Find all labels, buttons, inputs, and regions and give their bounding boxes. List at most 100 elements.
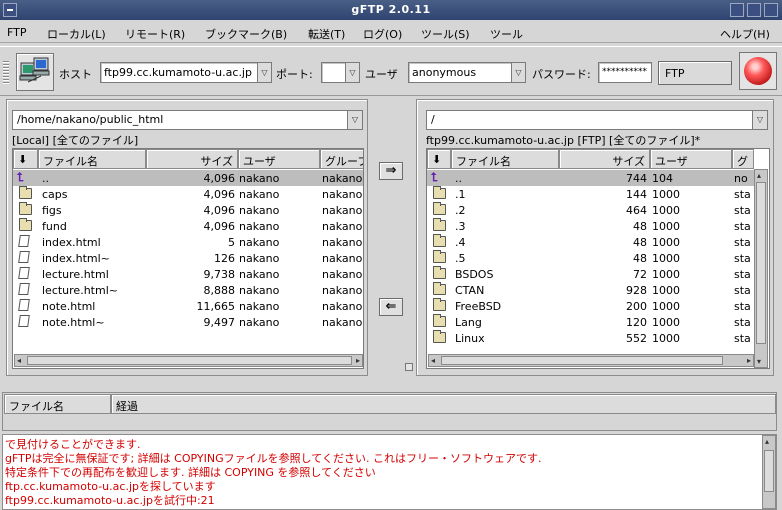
computers-icon [19,57,50,83]
menu-item-6[interactable]: ツール(S) [421,26,470,42]
scroll-down-icon[interactable]: ▾ [757,357,761,366]
remote-file-list[interactable]: ⬇ ファイル名 サイズ ユーザ グ ▴ ▾ ◂ ▸ ⮤.. 744 104 no .1 1… [426,148,770,369]
file-row[interactable]: FreeBSD 200 1000 sta [427,298,754,314]
remote-col-group[interactable]: グ [732,149,754,169]
remote-sort-icon[interactable]: ⬇ [427,149,451,169]
host-input[interactable]: ftp99.cc.kumamoto-u.ac.jp [100,62,258,83]
file-row[interactable]: caps 4,096 nakano nakano [13,186,363,202]
cell-user: nakano [239,252,280,265]
port-dropdown-icon[interactable]: ▽ [345,62,360,83]
log-line: 特定条件下での再配布を歓迎します. 詳細は COPYING を参照してください [5,466,376,479]
cell-user: 1000 [652,332,680,345]
remote-col-size[interactable]: サイズ [559,149,650,169]
local-path-dropdown-icon[interactable]: ▽ [347,110,363,130]
log-vscroll-thumb[interactable] [764,450,774,492]
file-row[interactable]: ⮤.. 4,096 nakano nakano [13,170,363,186]
file-row[interactable]: index.html~ 126 nakano nakano [13,250,363,266]
scroll-left-icon[interactable]: ◂ [17,356,21,365]
file-row[interactable]: note.html 11,665 nakano nakano [13,298,363,314]
menu-item-8[interactable]: ヘルプ(H) [720,26,770,42]
scroll-left-icon[interactable]: ◂ [431,356,435,365]
transfer-col-progress[interactable]: 経過 [111,394,776,414]
local-path-input[interactable]: /home/nakano/public_html [12,110,348,130]
transfer-list[interactable]: ファイル名 経過 [2,392,777,431]
menu-item-2[interactable]: リモート(R) [125,26,185,42]
toolbar-grip[interactable] [3,61,9,85]
parent-dir-icon: ⮤ [431,170,439,184]
file-row[interactable]: .5 48 1000 sta [427,250,754,266]
file-row[interactable]: BSDOS 72 1000 sta [427,266,754,282]
cell-name: lecture.html [42,268,109,281]
log-vscrollbar[interactable]: ▴ [762,435,776,509]
menu-item-0[interactable]: FTP [7,26,27,39]
cell-user: 1000 [652,316,680,329]
remote-col-user[interactable]: ユーザ [650,149,732,169]
password-input[interactable]: ********** [598,62,652,83]
cell-group: sta [734,220,751,233]
file-row[interactable]: Linux 552 1000 sta [427,330,754,346]
menu-item-4[interactable]: 転送(T) [308,26,345,42]
file-row[interactable]: Lang 120 1000 sta [427,314,754,330]
remote-path-input[interactable]: / [426,110,753,130]
scroll-right-icon[interactable]: ▸ [356,356,360,365]
menu-item-3[interactable]: ブックマーク(B) [205,26,287,42]
local-sort-icon[interactable]: ⬇ [13,149,38,169]
cell-name: note.html [42,300,96,313]
file-row[interactable]: lecture.html~ 8,888 nakano nakano [13,282,363,298]
user-dropdown-icon[interactable]: ▽ [511,62,526,83]
maximize-icon[interactable] [747,3,761,17]
user-input[interactable]: anonymous [408,62,512,83]
download-button[interactable]: ⇐ [379,298,403,316]
scroll-right-icon[interactable]: ▸ [747,356,751,365]
local-col-group[interactable]: グループ [320,149,363,169]
scroll-up-icon[interactable]: ▴ [765,437,769,446]
connect-button[interactable] [16,53,54,91]
local-hscrollbar[interactable]: ◂ ▸ [14,354,363,367]
file-icon [18,283,30,295]
file-row[interactable]: index.html 5 nakano nakano [13,234,363,250]
pane-resize-handle[interactable] [405,363,413,371]
log-view[interactable]: ftp99.cc.kumamoto-u.ac.jpを試行中:21 ftp.cc.k… [2,434,777,510]
menu-item-7[interactable]: ツール [490,26,523,42]
protocol-select[interactable]: FTP [658,61,732,85]
file-icon [18,235,30,247]
remote-status: ftp99.cc.kumamoto-u.ac.jp [FTP] [全てのファイル… [426,134,701,147]
minimize-icon[interactable] [730,3,744,17]
file-row[interactable]: fund 4,096 nakano nakano [13,218,363,234]
local-file-list[interactable]: ⬇ ファイル名 サイズ ユーザ グループ ◂ ▸ ⮤..4,096nakanon… [12,148,364,369]
file-row[interactable]: .2 464 1000 sta [427,202,754,218]
scroll-up-icon[interactable]: ▴ [757,171,761,180]
remote-vscrollbar[interactable]: ▴ ▾ [754,169,768,368]
close-icon[interactable] [764,3,778,17]
remote-hscrollbar[interactable]: ◂ ▸ [428,354,754,367]
local-col-name[interactable]: ファイル名 [38,149,146,169]
stop-button[interactable] [739,52,777,90]
file-row[interactable]: ⮤.. 744 104 no [427,170,754,186]
menu-item-1[interactable]: ローカル(L) [47,26,106,42]
folder-icon [433,234,446,247]
remote-vscroll-thumb[interactable] [756,182,766,344]
remote-hscroll-thumb[interactable] [441,356,723,365]
transfer-col-filename[interactable]: ファイル名 [4,394,111,414]
upload-button[interactable]: ⇒ [379,162,403,180]
folder-icon [433,250,446,263]
remote-col-name[interactable]: ファイル名 [451,149,559,169]
file-row[interactable]: .3 48 1000 sta [427,218,754,234]
menu-item-5[interactable]: ログ(O) [363,26,402,42]
file-row[interactable]: lecture.html 9,738 nakano nakano [13,266,363,282]
file-row[interactable]: .1 144 1000 sta [427,186,754,202]
file-row[interactable]: .4 48 1000 sta [427,234,754,250]
file-row[interactable]: note.html~ 9,497 nakano nakano [13,314,363,330]
port-input[interactable] [321,62,346,83]
file-row[interactable]: CTAN 928 1000 sta [427,282,754,298]
local-col-size[interactable]: サイズ [146,149,238,169]
file-icon [18,267,30,279]
parent-dir-icon: ⮤ [17,170,25,184]
cell-size: 744 [626,172,647,185]
file-row[interactable]: figs 4,096 nakano nakano [13,202,363,218]
host-dropdown-icon[interactable]: ▽ [257,62,272,83]
remote-path-dropdown-icon[interactable]: ▽ [752,110,768,130]
local-hscroll-thumb[interactable] [27,356,352,365]
cell-name: BSDOS [455,268,494,281]
local-col-user[interactable]: ユーザ [238,149,320,169]
